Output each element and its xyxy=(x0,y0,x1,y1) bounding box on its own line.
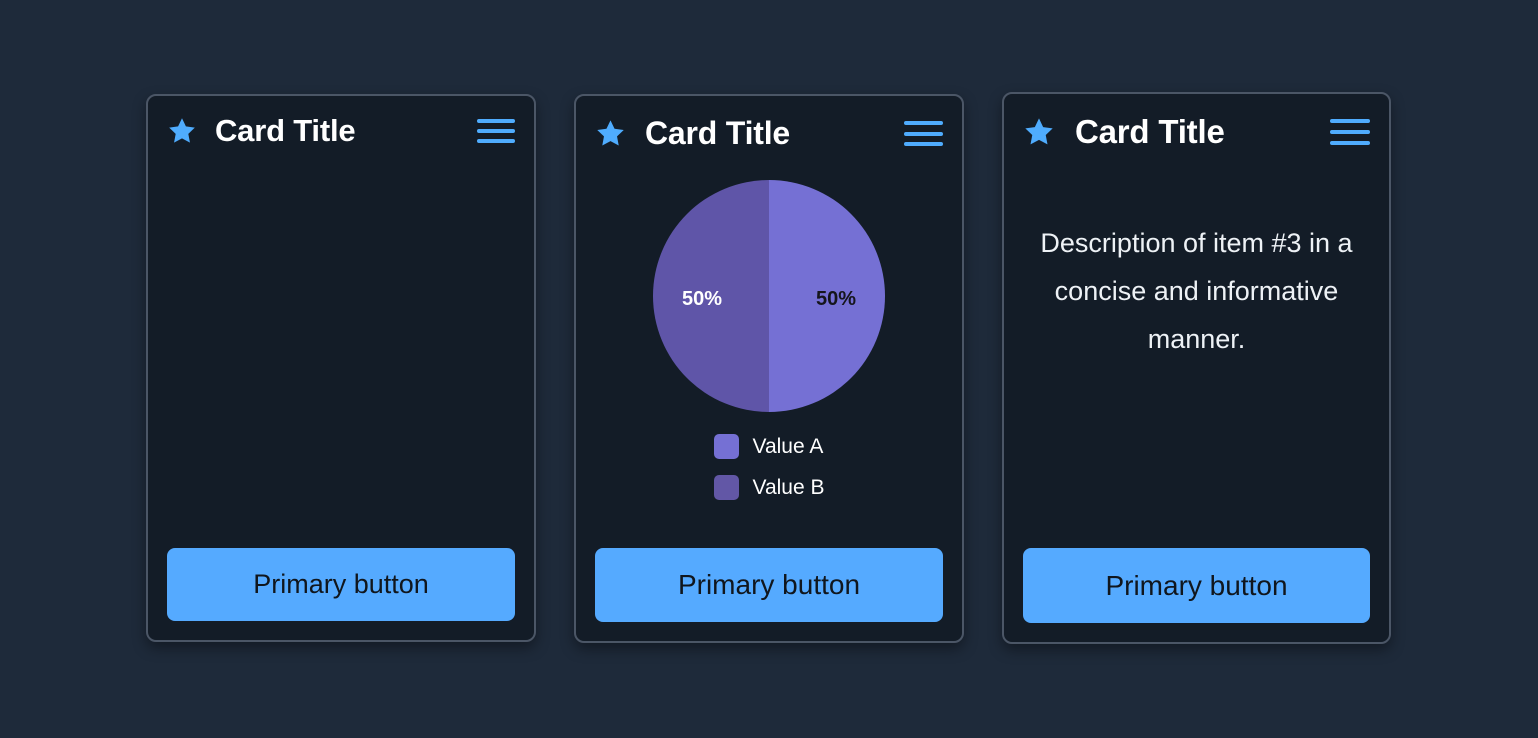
card-3-description: Description of item #3 in a concise and … xyxy=(1040,228,1353,355)
pie-chart-legend: Value A Value B xyxy=(713,434,825,500)
menu-bar-2 xyxy=(904,131,943,136)
legend-swatch-value-b xyxy=(713,475,739,500)
page-root: Card Title Primary button Card Title 50%… xyxy=(0,0,1538,738)
card-2-header: Card Title xyxy=(576,96,962,152)
star-icon xyxy=(597,120,624,146)
card-2: Card Title 50% 50% Value A Value B Prima… xyxy=(574,94,964,643)
card-2-footer: Primary button xyxy=(576,548,962,641)
card-1-body xyxy=(148,149,534,548)
star-icon xyxy=(169,118,195,143)
pie-chart: 50% 50% xyxy=(653,180,885,412)
card-1-footer: Primary button xyxy=(148,548,534,640)
pie-label-value-a: 50% xyxy=(815,288,856,310)
menu-bar-1 xyxy=(904,121,943,125)
legend-label-value-a: Value A xyxy=(752,434,824,458)
card-1: Card Title Primary button xyxy=(146,94,536,642)
card-1-header: Card Title xyxy=(148,96,534,149)
legend-item-value-a: Value A xyxy=(713,434,825,459)
card-3-header: Card Title xyxy=(1004,94,1389,151)
card-1-title: Card Title xyxy=(215,113,356,148)
hamburger-menu-icon[interactable] xyxy=(1330,119,1370,145)
pie-label-value-b: 50% xyxy=(682,288,723,310)
card-2-body: 50% 50% Value A Value B xyxy=(576,152,962,548)
menu-bar-2 xyxy=(477,129,515,133)
primary-button-card-3[interactable]: Primary button xyxy=(1023,548,1370,623)
hamburger-menu-icon[interactable] xyxy=(477,119,515,143)
menu-bar-1 xyxy=(477,119,515,123)
primary-button-card-2[interactable]: Primary button xyxy=(595,548,943,622)
card-3-title: Card Title xyxy=(1075,113,1225,150)
hamburger-menu-icon[interactable] xyxy=(904,121,943,146)
menu-bar-3 xyxy=(1330,141,1370,145)
menu-bar-2 xyxy=(1330,130,1370,134)
card-2-title: Card Title xyxy=(645,115,791,151)
menu-bar-3 xyxy=(477,139,515,143)
card-3-body: Description of item #3 in a concise and … xyxy=(1004,151,1389,548)
primary-button-card-1[interactable]: Primary button xyxy=(167,548,515,621)
legend-label-value-b: Value B xyxy=(752,475,825,499)
card-3-footer: Primary button xyxy=(1004,548,1389,642)
menu-bar-3 xyxy=(904,142,943,146)
legend-item-value-b: Value B xyxy=(713,475,825,500)
legend-swatch-value-a xyxy=(713,434,739,459)
star-icon xyxy=(1025,118,1053,145)
menu-bar-1 xyxy=(1330,119,1370,123)
card-3: Card Title Description of item #3 in a c… xyxy=(1002,92,1391,644)
